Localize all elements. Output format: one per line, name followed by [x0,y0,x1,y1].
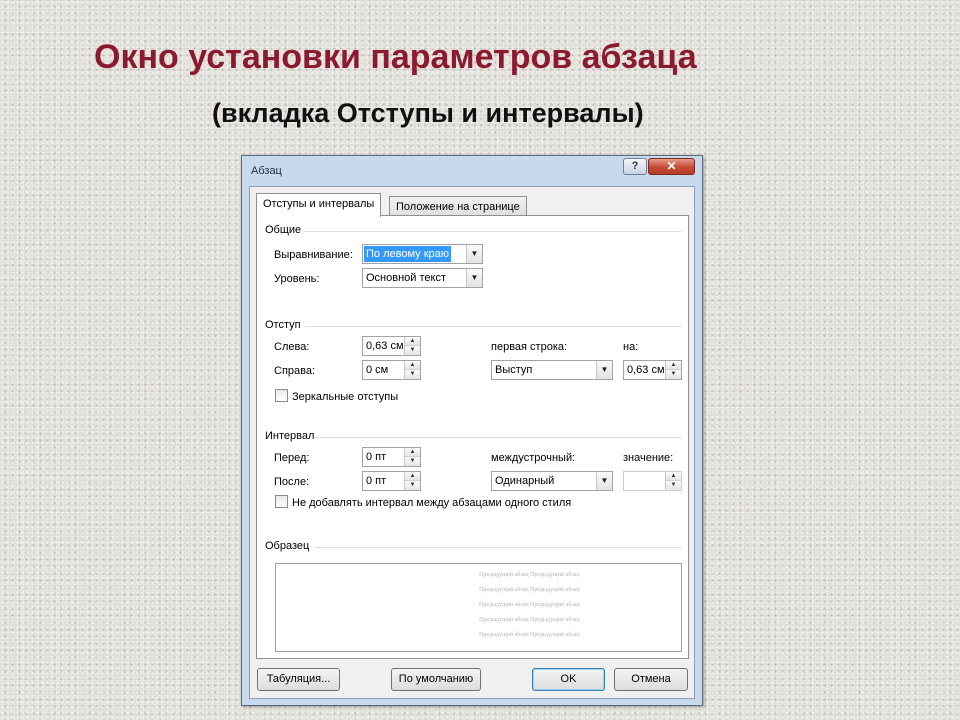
section-spacing-label: Интервал [265,430,315,442]
preview-line: Предыдущий абзац Предыдущий абзац [479,572,580,578]
alignment-label: Выравнивание: [274,249,353,261]
indent-by-stepper[interactable]: 0,63 см ▲ ▼ [623,360,682,380]
alignment-value: По левому краю [364,246,451,262]
spin-down-icon[interactable]: ▼ [666,370,681,379]
preview-line: Предыдущий абзац Предыдущий абзац [479,587,580,593]
section-divider [315,547,681,548]
first-line-value: Выступ [495,364,533,376]
spacing-after-label: После: [274,476,310,488]
line-spacing-value: Одинарный [495,475,555,487]
section-divider [315,437,681,438]
preview-box: Предыдущий абзац Предыдущий абзац Предыд… [275,563,682,652]
chevron-down-icon[interactable]: ▼ [466,245,482,263]
mirror-indents-label[interactable]: Зеркальные отступы [292,391,398,403]
first-line-select[interactable]: Выступ ▼ [491,360,613,380]
indent-right-label: Справа: [274,365,316,377]
line-spacing-select[interactable]: Одинарный ▼ [491,471,613,491]
spacing-after-stepper[interactable]: 0 пт ▲ ▼ [362,471,421,491]
alignment-select[interactable]: По левому краю ▼ [362,244,483,264]
tab-indents-and-spacing[interactable]: Отступы и интервалы [256,193,382,217]
dialog-titlebar[interactable]: Абзац ? ✕ [242,156,702,186]
section-indent-label: Отступ [265,319,301,331]
dont-add-spacing-checkbox[interactable] [275,495,288,508]
indent-left-stepper[interactable]: 0,63 см ▲ ▼ [362,336,421,356]
section-preview-label: Образец [265,540,310,552]
indent-right-stepper[interactable]: 0 см ▲ ▼ [362,360,421,380]
preview-line: Предыдущий абзац Предыдущий абзац [479,602,580,608]
slide-title: Окно установки параметров абзаца [94,38,697,76]
preview-line: Предыдущий абзац Предыдущий абзац [479,617,580,623]
spin-down-icon[interactable]: ▼ [405,370,420,379]
spin-down-icon[interactable]: ▼ [405,346,420,355]
indent-right-value: 0 см [366,364,389,376]
spacing-before-value: 0 пт [366,451,387,463]
set-as-default-button[interactable]: По умолчанию [391,668,481,691]
spin-up-icon[interactable]: ▲ [405,448,420,457]
preview-line: Предыдущий абзац Предыдущий абзац [479,632,580,638]
spacing-at-label: значение: [623,452,674,464]
slide-subtitle: (вкладка Отступы и интервалы) [212,98,644,128]
spin-down-icon[interactable]: ▼ [405,457,420,466]
spin-up-icon[interactable]: ▲ [405,472,420,481]
chevron-down-icon[interactable]: ▼ [466,269,482,287]
spin-up-icon[interactable]: ▲ [666,472,681,481]
level-select[interactable]: Основной текст ▼ [362,268,483,288]
spacing-at-stepper[interactable]: ▲ ▼ [623,471,682,491]
level-label: Уровень: [274,273,320,285]
spin-up-icon[interactable]: ▲ [405,361,420,370]
dont-add-spacing-label[interactable]: Не добавлять интервал между абзацами одн… [292,497,571,509]
first-line-label: первая строка: [491,341,568,353]
section-general-label: Общие [265,224,302,236]
spacing-before-stepper[interactable]: 0 пт ▲ ▼ [362,447,421,467]
spacing-after-value: 0 пт [366,475,387,487]
tab-panel: Общие Выравнивание: По левому краю ▼ Уро… [256,215,689,659]
tabs-button[interactable]: Табуляция... [257,668,340,691]
cancel-button[interactable]: Отмена [614,668,688,691]
indent-left-value: 0,63 см [366,340,404,352]
line-spacing-label: междустрочный: [491,452,576,464]
chevron-down-icon[interactable]: ▼ [596,361,612,379]
spin-up-icon[interactable]: ▲ [666,361,681,370]
spacing-before-label: Перед: [274,452,310,464]
help-button[interactable]: ? [623,158,647,175]
spin-up-icon[interactable]: ▲ [405,337,420,346]
section-divider [303,231,681,232]
ok-button[interactable]: OK [532,668,605,691]
indent-left-label: Слева: [274,341,310,353]
chevron-down-icon[interactable]: ▼ [596,472,612,490]
section-divider [305,326,681,327]
mirror-indents-checkbox[interactable] [275,389,288,402]
level-value: Основной текст [366,272,446,284]
close-button[interactable]: ✕ [648,158,695,175]
dialog-title: Абзац [251,165,282,177]
paragraph-dialog: Абзац ? ✕ Отступы и интервалы Положение … [241,155,703,706]
spin-down-icon[interactable]: ▼ [666,481,681,490]
indent-by-label: на: [623,341,639,353]
dialog-client-area: Отступы и интервалы Положение на страниц… [249,186,695,699]
spin-down-icon[interactable]: ▼ [405,481,420,490]
indent-by-value: 0,63 см [627,364,665,376]
